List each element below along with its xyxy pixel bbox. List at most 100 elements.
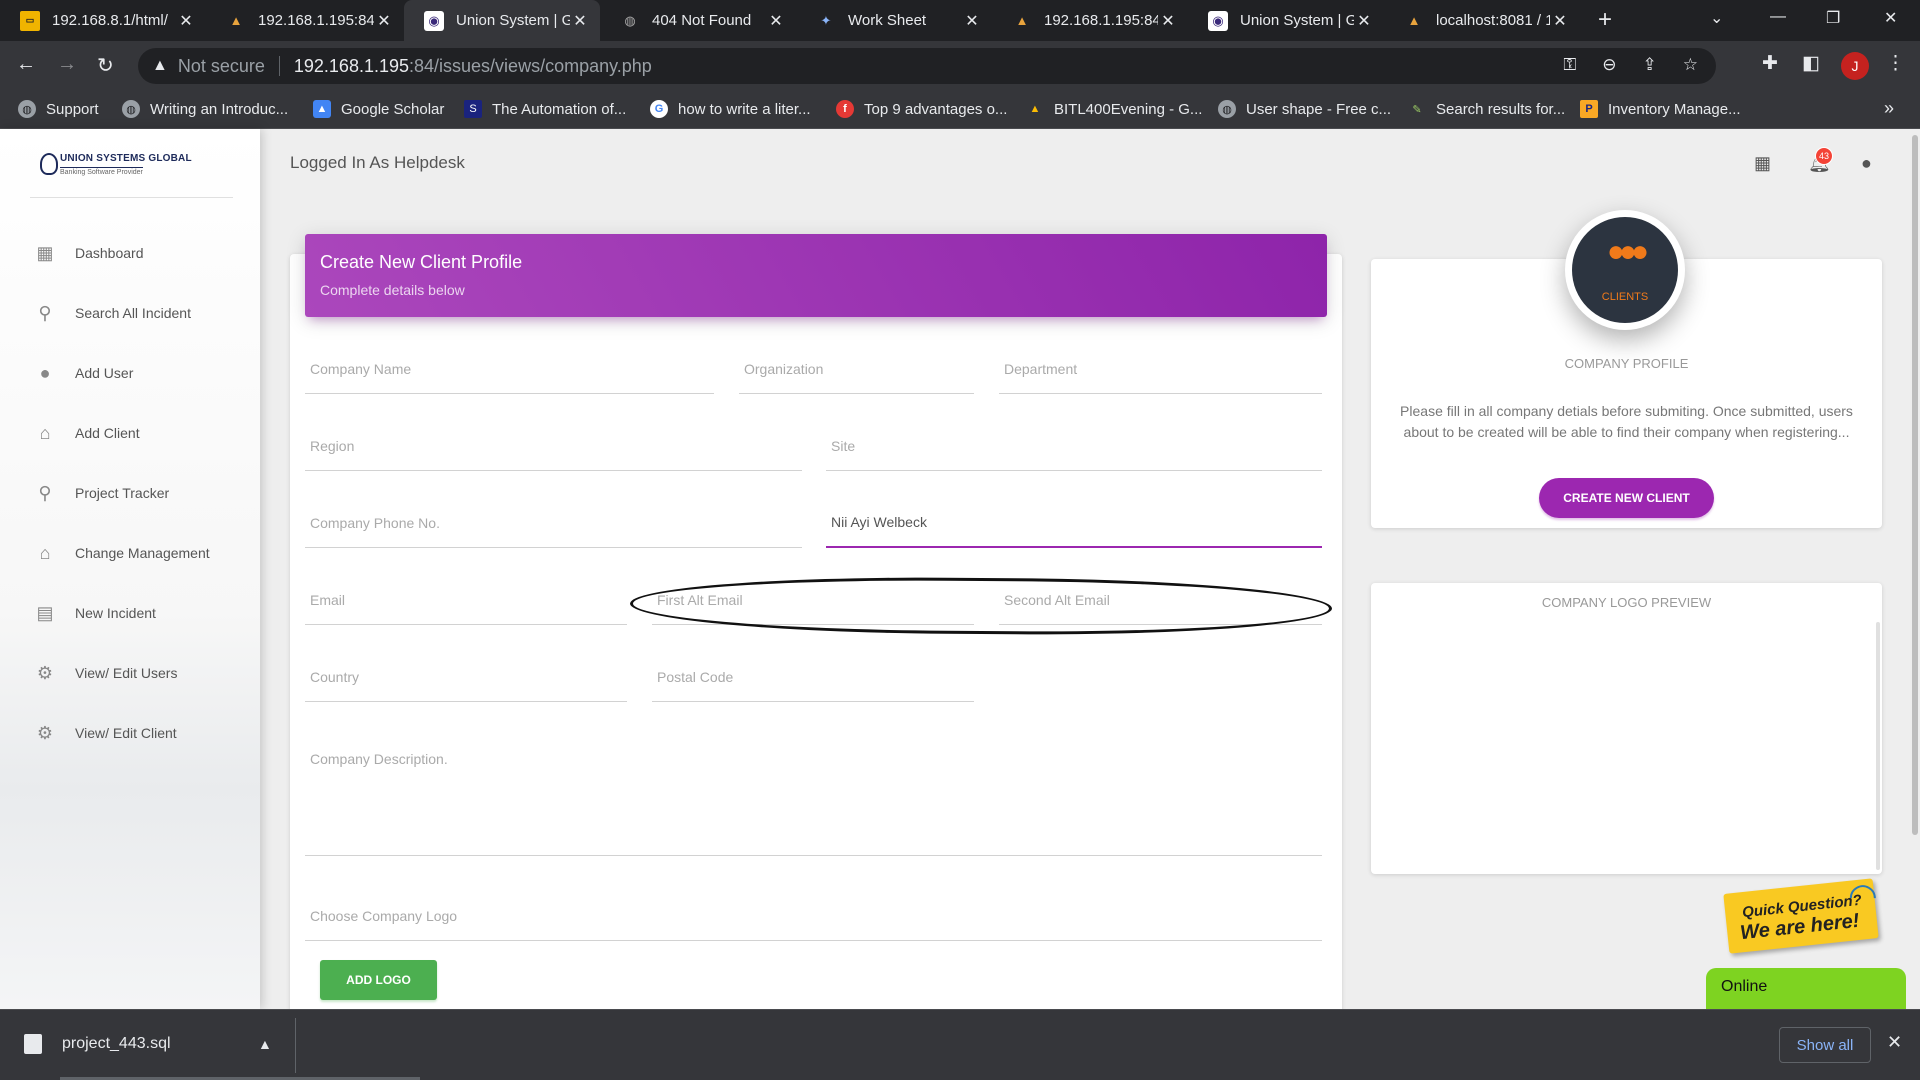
field-label: Company Phone No. (310, 515, 440, 531)
download-item[interactable]: project_443.sql (24, 1034, 171, 1054)
more-bookmarks-icon[interactable]: » (1884, 98, 1894, 119)
company-logo[interactable]: UNION SYSTEMS GLOBAL Banking Software Pr… (40, 151, 192, 179)
browser-tab[interactable]: ◍ 404 Not Found ✕ (600, 0, 796, 41)
bookmark-label: Top 9 advantages o... (864, 100, 1008, 118)
add-logo-button[interactable]: ADD LOGO (320, 960, 437, 1000)
site-field[interactable]: Site (826, 431, 1322, 471)
sidebar-item-new-incident[interactable]: ▤ New Incident (34, 598, 155, 628)
clients-avatar: ●●● CLIENTS (1572, 217, 1678, 323)
create-new-client-button[interactable]: CREATE NEW CLIENT (1539, 478, 1714, 518)
region-field[interactable]: Region (305, 431, 802, 471)
close-window-icon[interactable]: ✕ (1884, 8, 1897, 28)
bookmark-item[interactable]: ▲ BITL400Evening - G... (1026, 100, 1203, 118)
new-tab-button[interactable]: + (1598, 6, 1612, 34)
company-description-field[interactable]: Company Description. (305, 744, 1322, 856)
bookmark-item[interactable]: ◍ Support (18, 100, 99, 118)
address-bar[interactable]: ▲ Not secure 192.168.1.195:84/issues/vie… (138, 48, 1716, 84)
company-phone-field[interactable]: Company Phone No. (305, 508, 802, 548)
clipboard-icon: ▤ (36, 602, 54, 623)
side-panel-icon[interactable]: ◧ (1802, 52, 1820, 75)
browser-tab[interactable]: ◉ Union System | Gl ✕ (1188, 0, 1384, 41)
bookmark-item[interactable]: ✎ Search results for... (1408, 100, 1565, 118)
sidebar-item-label: View/ Edit Client (75, 725, 177, 741)
sidebar-item-search-all-incident[interactable]: ⚲ Search All Incident (34, 298, 191, 328)
warning-icon[interactable]: ▲ (152, 57, 168, 75)
show-all-button[interactable]: Show all (1779, 1027, 1871, 1063)
bookmark-item[interactable]: P Inventory Manage... (1580, 100, 1741, 118)
close-icon[interactable]: ✕ (1887, 1032, 1902, 1053)
sidebar-item-label: Search All Incident (75, 305, 191, 321)
choose-logo-field[interactable]: Choose Company Logo (305, 901, 1322, 941)
close-icon[interactable]: ✕ (962, 11, 982, 31)
browser-tab[interactable]: ▲ 192.168.1.195:84 ✕ (206, 0, 404, 41)
close-icon[interactable]: ✕ (766, 11, 786, 31)
profile-description: Please fill in all company detials befor… (1400, 403, 1853, 440)
address-bar-actions: ⚿ ⊖ ⇪ ☆ (1563, 55, 1698, 75)
union-logo-icon: ◉ (1208, 10, 1228, 31)
organization-field[interactable]: Organization (739, 354, 974, 394)
browser-tab[interactable]: ▲ localhost:8081 / 1 ✕ (1384, 0, 1580, 41)
bookmark-item[interactable]: S The Automation of... (464, 100, 626, 118)
p-icon: P (1580, 100, 1598, 118)
department-field[interactable]: Department (999, 354, 1322, 394)
globe-icon: ◍ (1218, 100, 1236, 118)
close-icon[interactable]: ✕ (1354, 11, 1374, 31)
browser-tab[interactable]: ▲ 192.168.1.195:84 ✕ (992, 0, 1188, 41)
apps-grid-icon[interactable]: ▦ (1754, 153, 1771, 174)
sidebar-item-change-management[interactable]: ⌂ Change Management (34, 538, 210, 568)
chevron-up-icon[interactable]: ▲ (258, 1036, 272, 1052)
bookmark-item[interactable]: ▲ Google Scholar (313, 100, 444, 118)
security-status: Not secure (177, 55, 265, 76)
dashboard-icon: ▦ (36, 242, 54, 263)
sidebar-item-dashboard[interactable]: ▦ Dashboard (34, 238, 143, 268)
restore-icon[interactable]: ❐ (1826, 8, 1840, 28)
minimize-icon[interactable]: — (1770, 8, 1786, 26)
star-icon[interactable]: ☆ (1683, 55, 1698, 75)
email-field[interactable]: Email (305, 585, 627, 625)
bookmark-item[interactable]: f Top 9 advantages o... (836, 100, 1007, 118)
bookmark-item[interactable]: ◍ Writing an Introduc... (122, 100, 288, 118)
field-value: Nii Ayi Welbeck (831, 514, 927, 530)
back-icon[interactable]: ← (16, 53, 36, 76)
browser-tab[interactable]: ▭ 192.168.8.1/html/ ✕ (0, 0, 206, 41)
sidebar-item-project-tracker[interactable]: ⚲ Project Tracker (34, 478, 169, 508)
postal-code-field[interactable]: Postal Code (652, 662, 974, 702)
tab-search-icon[interactable]: ⌄ (1710, 8, 1723, 28)
union-logo-icon: ◉ (424, 10, 444, 31)
bookmark-item[interactable]: Ghow to write a liter... (650, 100, 811, 118)
close-icon[interactable]: ✕ (570, 11, 590, 31)
contact-name-field[interactable]: Nii Ayi Welbeck (826, 508, 1322, 548)
mountain-icon: ▲ (1015, 13, 1029, 28)
browser-tab[interactable]: ✦ Work Sheet ✕ (796, 0, 992, 41)
close-icon[interactable]: ✕ (1550, 11, 1570, 31)
sidebar-item-add-client[interactable]: ⌂ Add Client (34, 418, 140, 448)
sidebar-item-view-edit-users[interactable]: ⚙ View/ Edit Users (34, 658, 178, 688)
company-name-field[interactable]: Company Name (305, 354, 714, 394)
profile-avatar[interactable]: J (1841, 52, 1869, 80)
forward-icon[interactable]: → (57, 53, 77, 76)
home-icon: ⌂ (39, 542, 51, 563)
close-icon[interactable]: ✕ (1158, 11, 1178, 31)
browser-tab-active[interactable]: ◉ Union System | Gl ✕ (404, 0, 600, 41)
ssrn-icon: S (464, 100, 482, 118)
quick-question-widget[interactable]: Quick Question? We are here! ◠ (1723, 876, 1886, 954)
page-scrollbar[interactable] (1912, 135, 1918, 835)
reload-icon[interactable]: ↻ (97, 53, 114, 78)
extensions-icon[interactable]: ✚ (1762, 52, 1778, 75)
key-icon[interactable]: ⚿ (1563, 55, 1576, 75)
share-icon[interactable]: ⇪ (1643, 55, 1657, 75)
bookmark-item[interactable]: ◍ User shape - Free c... (1218, 100, 1391, 118)
logo-mark (40, 153, 58, 175)
zoom-icon[interactable]: ⊖ (1602, 55, 1616, 75)
preview-scrollbar[interactable] (1876, 622, 1880, 870)
sidebar-item-add-user[interactable]: ● Add User (34, 358, 134, 388)
chat-online-tab[interactable]: Online (1706, 968, 1906, 1010)
country-field[interactable]: Country (305, 662, 627, 702)
close-icon[interactable]: ✕ (176, 11, 196, 31)
user-account-icon[interactable]: ● (1861, 153, 1872, 174)
browser-toolbar: ← → ↻ ▲ Not secure 192.168.1.195:84/issu… (0, 41, 1920, 91)
menu-icon[interactable]: ⋮ (1886, 52, 1905, 75)
browser-tab-strip: ▭ 192.168.8.1/html/ ✕ ▲ 192.168.1.195:84… (0, 0, 1920, 41)
sidebar-item-view-edit-client[interactable]: ⚙ View/ Edit Client (34, 718, 177, 748)
close-icon[interactable]: ✕ (374, 11, 394, 31)
